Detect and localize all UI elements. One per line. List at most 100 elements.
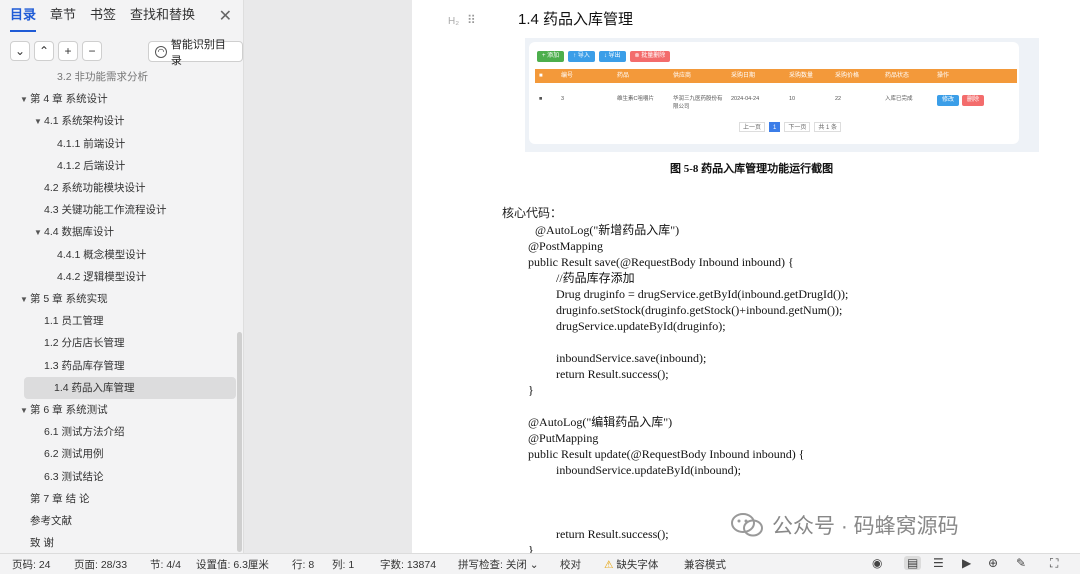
expand-arrow-icon[interactable]: ▼ [20, 400, 30, 422]
toc-item[interactable]: 3.2 非功能需求分析 [0, 66, 236, 88]
toc-scrollbar[interactable] [237, 332, 242, 552]
toc-item[interactable]: 1.1 员工管理 [0, 310, 236, 332]
figure-caption: 图 5-8 药品入库管理功能运行截图 [670, 163, 834, 175]
toc-item[interactable]: 4.4.1 概念模型设计 [0, 244, 236, 266]
status-page-code: 页码: 24 [12, 559, 51, 571]
write-mode-icon[interactable]: ✎ [1016, 556, 1026, 570]
code-line: return Result.success(); [556, 527, 669, 541]
toc-item-label: 4.3 关键功能工作流程设计 [44, 204, 167, 217]
web-view-icon[interactable]: ⊕ [988, 556, 998, 570]
status-word-count[interactable]: 字数: 13874 [380, 557, 436, 572]
code-line: druginfo.setStock(druginfo.getStock()+in… [556, 303, 843, 317]
screenshot-header-cell: ■ [539, 73, 543, 79]
toc-item[interactable]: 1.4 药品入库管理 [24, 376, 236, 399]
read-mode-icon[interactable]: ▶ [962, 556, 971, 570]
toc-item-label: 6.1 测试方法介绍 [44, 426, 125, 439]
toc-item[interactable]: 参考文献 [0, 510, 236, 532]
screenshot-cell: 华润三九医药股份有限公司 [673, 96, 723, 110]
eye-icon[interactable]: ◉ [872, 556, 882, 570]
collapse-all-button[interactable]: ⌃ [34, 41, 54, 61]
toc-item[interactable]: 1.3 药品库存管理 [0, 355, 236, 377]
screenshot-header-cell: 采购价格 [835, 73, 860, 79]
watermark-text: 公众号 · 码蜂窝源码 [772, 515, 959, 538]
toc-item[interactable]: 4.1.2 后端设计 [0, 155, 236, 177]
toc-item[interactable]: 4.3 关键功能工作流程设计 [0, 199, 236, 221]
screenshot-header-cell: 操作 [937, 73, 950, 79]
plus-icon: + [64, 44, 72, 58]
toc-item[interactable]: 4.1.1 前端设计 [0, 133, 236, 155]
toc-item-label: 4.1.1 前端设计 [57, 137, 126, 150]
toc-item-label: 参考文献 [30, 515, 72, 527]
expand-all-button[interactable]: ⌄ [10, 41, 30, 61]
expand-arrow-icon[interactable]: ▼ [34, 222, 44, 244]
toc-toolbar: ⌄ ⌃ + − [10, 40, 106, 62]
code-line: Drug druginfo = drugService.getById(inbo… [556, 287, 849, 301]
toc-item[interactable]: ▼ 第 4 章 系统设计 [0, 88, 236, 110]
screenshot-cell: 修改 删除 [933, 92, 993, 108]
status-missing-font[interactable]: ⚠ 缺失字体 [604, 557, 658, 572]
screenshot-header-cell: 采购日期 [731, 73, 756, 79]
chevron-down-icon: ⌄ [14, 44, 26, 58]
toc-item-label: 1.2 分店店长管理 [44, 337, 125, 350]
toc-item-label: 4.4 数据库设计 [44, 226, 115, 239]
toc-item-label: 3.2 非功能需求分析 [57, 71, 149, 83]
expand-arrow-icon[interactable]: ▼ [20, 289, 30, 311]
toc-item[interactable]: ▼ 4.4 数据库设计 [0, 221, 236, 243]
chevron-up-icon: ⌃ [38, 44, 50, 58]
code-line: drugService.updateById(druginfo); [556, 319, 726, 333]
toc-item[interactable]: 6.3 测试结论 [0, 466, 236, 488]
status-spell-check[interactable]: 拼写检查: 关闭 ⌄ [458, 557, 539, 572]
toc-item[interactable]: 第 7 章 结 论 [0, 488, 236, 510]
close-pane-icon[interactable]: ✕ [219, 6, 232, 26]
toc-item-label: 6.2 测试用例 [44, 448, 104, 461]
tab-find-replace[interactable]: 查找和替换 [130, 0, 195, 32]
toc-item[interactable]: 4.4.2 逻辑模型设计 [0, 266, 236, 288]
page-view-icon[interactable]: ▤ [904, 556, 922, 570]
status-page[interactable]: 页面: 28/33 [74, 557, 127, 572]
drag-handle-icon[interactable]: ⠿ [467, 13, 476, 27]
add-heading-button[interactable]: + [58, 41, 78, 61]
remove-heading-button[interactable]: − [82, 41, 102, 61]
outline-view-icon[interactable]: ☰ [933, 556, 944, 570]
toc-item-label: 第 6 章 系统测试 [30, 404, 108, 416]
status-proofread[interactable]: 校对 [560, 557, 581, 572]
toc-item-label: 4.1 系统架构设计 [44, 115, 125, 128]
expand-arrow-icon[interactable]: ▼ [20, 89, 30, 111]
status-setting: 设置值: 6.3厘米 [196, 559, 269, 571]
toc-item-label: 4.2 系统功能模块设计 [44, 182, 146, 194]
embedded-screenshot: + 添加 ↑ 导入 ↓ 导出 ⊗ 批量删除 ■ 编号 药品 供应商 采购日期 采购数量 采购价格 药… [525, 38, 1039, 152]
toc-item[interactable]: ▼ 第 6 章 系统测试 [0, 399, 236, 421]
section-heading: 1.4 药品入库管理 [518, 11, 634, 28]
expand-arrow-icon[interactable]: ▼ [34, 111, 44, 133]
screenshot-cell: 2024-04-24 [731, 96, 760, 102]
toc-item[interactable]: ▼ 第 5 章 系统实现 [0, 288, 236, 310]
minus-icon: − [88, 44, 96, 58]
code-line: //药品库存添加 [556, 271, 635, 285]
screenshot-button: ↑ 导入 [568, 51, 595, 62]
code-line: inboundService.save(inbound); [556, 351, 707, 365]
screenshot-pager-item: 下一页 [784, 122, 811, 132]
toc-item[interactable]: ▼ 4.1 系统架构设计 [0, 110, 236, 132]
toc-item[interactable]: 1.2 分店店长管理 [0, 332, 236, 354]
code-label: 核心代码： [502, 206, 563, 220]
fullscreen-icon[interactable]: ⛶ [1050, 556, 1058, 571]
tab-chapters[interactable]: 章节 [50, 0, 76, 32]
toc-item[interactable]: 4.2 系统功能模块设计 [0, 177, 236, 199]
tab-toc[interactable]: 目录 [10, 0, 37, 32]
status-col: 列: 1 [332, 559, 355, 571]
toc-item-label: 1.4 药品入库管理 [54, 381, 135, 394]
tab-bookmarks[interactable]: 书签 [90, 0, 116, 32]
toc-item-label: 4.1.2 后端设计 [57, 159, 126, 172]
toc-item[interactable]: 致 谢 [0, 532, 236, 553]
heading-level-marker: H₂ [448, 16, 460, 27]
smart-toc-button[interactable]: ◠ 智能识别目录 [148, 39, 243, 67]
toc-item[interactable]: 6.2 测试用例 [0, 443, 236, 465]
screenshot-button: ⊗ 批量删除 [629, 51, 671, 62]
toc-item[interactable]: 6.1 测试方法介绍 [0, 421, 236, 443]
toc-item-label: 1.3 药品库存管理 [44, 359, 125, 372]
toc-item-label: 4.4.1 概念模型设计 [57, 248, 147, 261]
screenshot-button: + 添加 [537, 51, 565, 62]
screenshot-pagination: 上一页 1 下一页共 1 条 [739, 122, 842, 132]
status-section: 节: 4/4 [150, 559, 181, 571]
screenshot-action-button: 修改 [937, 95, 960, 106]
